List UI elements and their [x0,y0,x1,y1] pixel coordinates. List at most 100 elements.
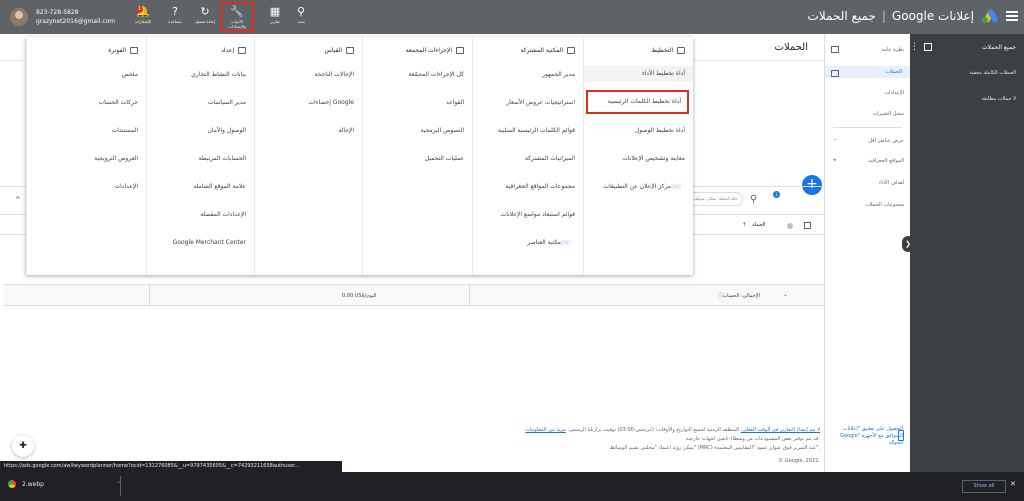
menu-item[interactable]: الإحالات الناجحة [314,71,354,78]
section-title[interactable]: جميع الحملات [808,9,876,23]
menu-item-label: ملخص [121,71,138,78]
menu-item[interactable]: ملخص [122,71,138,78]
menu-item[interactable]: الحسابات المرتبطة [199,155,247,162]
collapse-chevron-icon[interactable]: ⌃ [14,196,22,206]
menu-item[interactable]: عمليات التحميل [425,155,464,162]
menu-item-label: مدير الجمهور [542,71,575,78]
panel-row: الحملات الكاملة مخفية [969,70,1016,76]
campaign-tree-panel: جميع الحملات ⋮ الحملات الكاملة مخفية لا … [910,34,1024,472]
menu-item[interactable]: القواعد [446,99,464,106]
top-bar: إعلانات Google | جميع الحملات ⚲ بحث ▦ تقاري… [0,0,1024,34]
menu-item-label: الإعدادات [114,183,138,190]
menu-item[interactable]: إحصاءات Google [308,99,354,106]
menu-item[interactable]: المستندات [112,127,138,134]
learn-more-link[interactable]: مزيد من المعلومات [525,427,565,433]
menu-item[interactable]: العروض الترويجية [94,155,138,162]
filter-chip[interactable]: حالة الحملة: مفعّل، متوقّف [688,192,743,206]
menu-item-label: الوصول والأمان [207,127,247,134]
brand: إعلانات Google | جميع الحملات [808,7,1000,25]
show-all-button[interactable]: Show all [962,480,1006,493]
menu-item[interactable]: معاينة وتشخيص الإعلانات [622,155,685,162]
feedback-icon[interactable]: ✚ [12,435,34,457]
expand-chevron-icon[interactable]: ⌄ [783,291,788,298]
toolbar-button-bell[interactable]: 🔔 الإشعارات 1 [128,4,158,30]
toolbar-button-label: الأدوات والإعدادات [228,19,246,29]
menu-column-title: الإجراءات المجمعة [405,47,452,54]
toolbar-button-search[interactable]: ⚲ بحث [286,4,316,30]
menu-item[interactable]: حركات الحساب [99,99,138,106]
realtime-link[interactable]: لا يتم إنشاء التقارير في الوقت الفعلي. [741,427,820,433]
chrome-icon [8,480,16,488]
menu-item[interactable]: الإعدادات المفضلة [200,211,246,218]
col-header-campaign[interactable]: الحملة [752,222,765,228]
menu-item[interactable]: الميزانيات المشتركة [525,155,575,162]
nav-item-campaign-groups[interactable]: مجموعات الحملات [865,202,904,208]
add-campaign-button[interactable]: + [802,175,822,195]
nav-item-locations[interactable]: المواقع الجغرافية [868,158,904,164]
avatar[interactable] [10,8,28,26]
toolbar-button-reports[interactable]: ▦ تقارير [260,4,290,30]
panel-title[interactable]: جميع الحملات [982,44,1016,51]
menu-item[interactable]: النصوص البرمجية [421,127,465,134]
menu-item[interactable]: مركز الإعلان عن التطبيقات ··· [603,183,685,190]
menu-item-label: المستندات [111,127,138,134]
account-info[interactable]: 823-728-5828 grazynet2016@gmail.com [36,8,115,26]
menu-item[interactable]: الوصول والأمان [208,127,247,134]
close-icon[interactable]: ✕ [1010,480,1016,488]
chevron-left-icon: ◂ [833,157,836,163]
library-icon [567,47,575,54]
menu-item[interactable]: الإعدادات [115,183,138,190]
more-options-icon[interactable]: ⋮ [910,43,919,52]
mobile-app-promo-link[interactable]: الحصول على تطبيق "إعلانات Google" المتوا… [831,426,903,447]
toolbar-button-help[interactable]: ? مساعدة [160,4,190,30]
toolbar-button-wrench[interactable]: 🔧 الأدوات والإعدادات [220,2,254,32]
panel-row: لا حملات مطابقة [981,96,1016,102]
toolbar-button-label: بحث [297,19,305,24]
nav-item-overview[interactable]: نظرة عامة [882,47,904,53]
download-item[interactable]: 2.webp ⌃ [8,480,121,488]
help-icon: ? [172,5,178,18]
footer: لا يتم إنشاء التقارير في الوقت الفعلي. ا… [330,426,820,466]
menu-column: القياس الإحالات الناجحة إحصاءات Google الإح… [254,37,362,275]
menu-item[interactable]: مكتبة العناصر ··· [527,239,575,246]
menu-item[interactable]: أداة تخطيط الوصول [635,127,685,134]
menu-column-title: إعداد [221,47,234,54]
menu-item[interactable]: استراتيجيات عروض الأسعار [506,99,575,106]
menu-item[interactable]: مجموعات المواقع الجغرافية [506,183,575,190]
footer-line: يمكن رؤية اعتماد "مجلس تقييم الوسائط" (M… [609,445,820,451]
menu-item-label: الميزانيات المشتركة [524,155,575,162]
menu-column-header: إعداد [221,47,246,54]
toolbar-button-refresh[interactable]: ↻ إعادة تحميل [190,4,220,30]
menu-item[interactable]: علامة الموقع الشاملة [193,183,246,190]
menu-item[interactable]: مدير السياسات [208,99,246,106]
menu-item[interactable]: قوائم استبعاد مواضع الإعلانات [501,211,575,218]
menu-item[interactable]: قوائم الكلمات الرئيسية السلبية [498,127,575,134]
info-icon[interactable]: ⓘ [718,291,724,300]
nav-item-performance-goals[interactable]: أهداف الأداء [879,180,904,186]
filter-icon[interactable]: ⚲ [750,194,757,205]
panel-toggle-icon[interactable]: ❯ [902,236,914,252]
nav-item-show-less[interactable]: عرض عناصر أقل [868,138,904,144]
menu-item-label: عمليات التحميل [424,155,464,162]
sort-arrow-icon[interactable]: ↑ [742,222,746,228]
menu-icon[interactable] [1006,11,1018,21]
google-ads-logo-icon [980,7,1000,25]
nav-item-settings[interactable]: الإعدادات [884,90,904,96]
menu-item-label: Google Merchant Center [172,239,246,246]
filter-count-badge: 1 [773,191,780,198]
menu-item[interactable]: مدير الجمهور [542,71,575,78]
toolbar-button-label: تقارير [270,19,280,24]
nav-item-change-history[interactable]: سجل التغييرات [873,111,905,117]
menu-item[interactable]: Google Merchant Center [173,239,246,246]
menu-item-label: العروض الترويجية [94,155,138,162]
menu-item[interactable]: أداة تخطيط الأداء [584,66,693,82]
menu-item[interactable]: أداة تخطيط الكلمات الرئيسية [586,90,689,114]
menu-item[interactable]: الإحالة [338,127,354,134]
bulk-actions-icon [456,47,464,54]
menu-item[interactable]: كل الإجراءات المجمّعة [408,71,464,78]
select-all-checkbox[interactable] [804,222,811,229]
menu-column-title: الفوترة [108,47,126,54]
menu-item[interactable]: بيانات النشاط التجاري [191,71,246,78]
bell-icon: 🔔 [136,5,150,18]
page-nav: نظرة عامة الحملات الإعدادات سجل التغييرا… [824,34,910,472]
